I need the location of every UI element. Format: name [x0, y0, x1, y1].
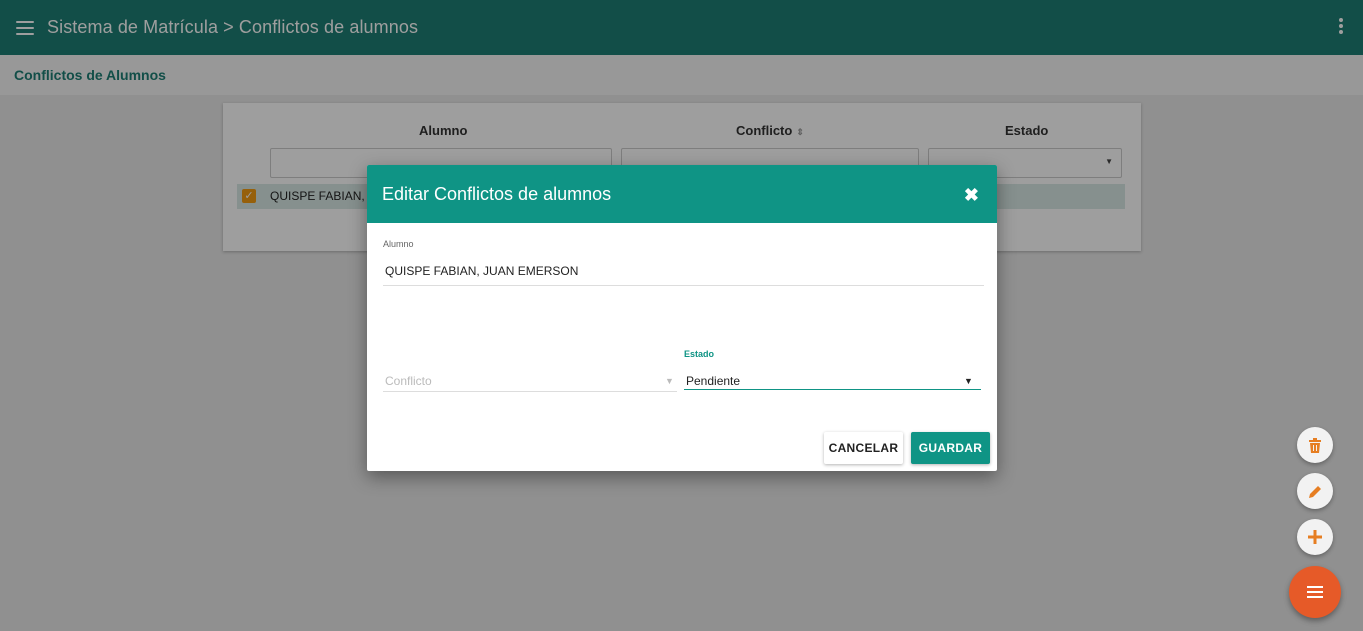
conflicto-field-underline — [383, 391, 677, 392]
main-menu-fab[interactable] — [1289, 566, 1341, 618]
edit-conflict-dialog: Editar Conflictos de alumnos ✖ Alumno QU… — [367, 165, 997, 471]
estado-field-label: Estado — [684, 349, 715, 359]
conflicto-select[interactable]: Conflicto — [385, 374, 432, 388]
estado-field-underline — [684, 389, 981, 390]
dialog-title: Editar Conflictos de alumnos — [382, 184, 612, 204]
add-button[interactable] — [1297, 519, 1333, 555]
cancel-button[interactable]: CANCELAR — [824, 432, 903, 464]
estado-select[interactable]: Pendiente — [686, 374, 740, 388]
save-button[interactable]: GUARDAR — [911, 432, 990, 464]
alumno-field-value[interactable]: QUISPE FABIAN, JUAN EMERSON — [385, 264, 578, 278]
delete-button[interactable] — [1297, 427, 1333, 463]
trash-icon — [1309, 437, 1321, 453]
chevron-down-icon: ▼ — [964, 376, 973, 386]
chevron-down-icon: ▼ — [665, 376, 674, 386]
dialog-header: Editar Conflictos de alumnos ✖ — [367, 165, 997, 223]
alumno-field-label: Alumno — [383, 239, 414, 249]
pencil-icon — [1308, 485, 1321, 498]
edit-button[interactable] — [1297, 473, 1333, 509]
close-icon[interactable]: ✖ — [964, 185, 979, 206]
alumno-field-underline — [383, 285, 984, 286]
plus-icon — [1308, 530, 1322, 544]
menu-icon — [1307, 586, 1323, 598]
